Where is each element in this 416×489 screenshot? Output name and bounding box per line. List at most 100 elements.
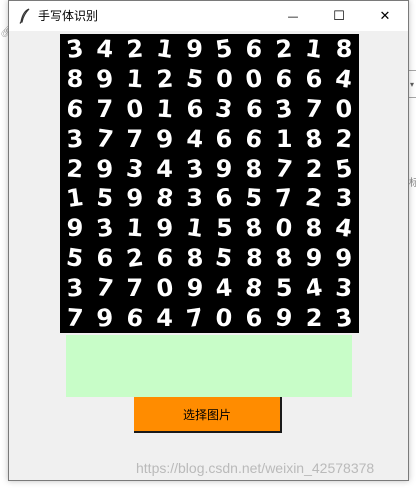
choose-image-label: 选择图片 [182, 407, 231, 422]
digit-cell: 2 [274, 34, 294, 64]
digit-cell: 7 [94, 273, 116, 304]
digit-cell: 3 [333, 303, 355, 334]
digit-cell: 4 [215, 273, 234, 303]
digit-cell: 7 [94, 123, 116, 154]
digit-cell: 3 [214, 93, 235, 124]
digit-cell: 5 [333, 153, 355, 184]
digit-cell: 9 [334, 243, 354, 273]
digit-cell: 6 [96, 244, 114, 273]
digit-cell: 8 [245, 244, 263, 273]
digit-cell: 6 [124, 303, 145, 334]
digit-cell: 3 [186, 184, 203, 213]
digit-cell: 5 [245, 183, 264, 213]
maximize-button[interactable]: ☐ [316, 1, 362, 31]
digit-cell: 2 [303, 183, 325, 214]
background-edge-text: 标 [409, 178, 416, 189]
digit-cell: 4 [185, 124, 204, 154]
minimize-button[interactable]: — [270, 1, 316, 31]
digit-cell: 7 [126, 274, 144, 303]
digit-cell: 6 [244, 123, 265, 154]
digit-cell: 2 [155, 64, 174, 94]
digit-cell: 7 [65, 303, 85, 333]
digit-cell: 5 [95, 183, 115, 213]
maximize-icon: ☐ [333, 8, 345, 24]
digit-cell: 6 [185, 94, 204, 124]
digit-cell: 7 [184, 303, 205, 334]
digit-cell: 1 [155, 94, 174, 124]
digit-cell: 6 [245, 34, 264, 64]
digit-cell: 8 [304, 213, 324, 243]
digit-cell: 3 [94, 213, 116, 244]
digit-cell: 3 [274, 93, 295, 124]
digit-cell: 8 [185, 243, 204, 273]
digit-cell: 2 [124, 243, 145, 274]
choose-image-button[interactable]: 选择图片 [134, 397, 282, 433]
digit-cell: 4 [95, 34, 115, 64]
digit-cell: 6 [245, 303, 264, 333]
digit-cell: 0 [334, 94, 354, 124]
digit-cell: 1 [125, 64, 145, 94]
digit-cell: 9 [186, 34, 203, 63]
digit-cell: 1 [303, 33, 325, 64]
digit-cell: 8 [244, 213, 265, 244]
digit-cell: 7 [274, 153, 295, 184]
digit-cell: 1 [275, 124, 293, 153]
digit-cell: 6 [245, 94, 263, 123]
digit-cell: 5 [214, 33, 235, 64]
digit-cell: 4 [333, 63, 355, 94]
digit-cell: 0 [154, 273, 175, 304]
digit-cell: 3 [184, 153, 205, 184]
title-bar[interactable]: 手写体识别 — ☐ ✕ [9, 1, 408, 31]
digit-cell: 0 [244, 63, 265, 94]
watermark: https://blog.csdn.net/weixin_42578378 [136, 460, 375, 476]
digit-cell: 2 [305, 154, 323, 183]
background-link-icon: 🔗︎ [0, 25, 14, 38]
digit-cell: 9 [66, 214, 84, 243]
digit-cell: 4 [156, 304, 173, 333]
digit-cell: 0 [216, 64, 233, 93]
digit-cell: 6 [274, 64, 294, 94]
digit-cell: 2 [125, 34, 145, 64]
app-window: 手写体识别 — ☐ ✕ 3421956218891250066467016363… [8, 0, 409, 481]
digit-cell: 0 [274, 213, 294, 243]
digit-cell: 8 [335, 34, 353, 63]
digit-cell: 1 [125, 213, 145, 243]
digit-cell: 9 [95, 303, 115, 333]
digit-cell: 0 [124, 93, 145, 124]
digit-cell: 6 [215, 124, 234, 154]
digit-cell: 4 [303, 273, 325, 304]
digit-cell: 5 [214, 243, 235, 274]
digit-cell: 9 [125, 183, 145, 213]
digit-cell: 8 [66, 64, 84, 93]
digit-cell: 5 [64, 243, 86, 274]
digit-cell: 6 [304, 64, 324, 94]
close-button[interactable]: ✕ [362, 1, 408, 31]
digit-cell: 3 [65, 273, 85, 303]
digit-cell: 4 [333, 213, 355, 244]
digit-cell: 7 [274, 183, 294, 213]
digit-cell: 9 [304, 243, 324, 273]
digit-cell: 5 [184, 63, 205, 94]
digit-cell: 9 [155, 213, 174, 243]
digit-cell: 7 [304, 94, 324, 124]
digit-cell: 2 [334, 124, 354, 154]
digit-cell: 8 [154, 183, 175, 214]
digit-cell: 6 [64, 93, 86, 124]
digit-cell: 1 [184, 213, 205, 244]
digit-cell: 7 [96, 94, 114, 123]
digit-cell: 0 [215, 303, 234, 333]
digit-cell: 5 [216, 214, 233, 243]
digit-cell: 6 [214, 183, 235, 214]
digit-cell: 6 [155, 243, 174, 273]
digit-cell: 3 [334, 273, 354, 303]
digit-cell: 3 [65, 124, 85, 154]
digit-image-panel: 3421956218891250066467016363703779466182… [60, 34, 359, 333]
background-dropdown[interactable]: ▾ [408, 70, 416, 98]
digit-cell: 9 [274, 303, 295, 334]
digit-cell: 9 [215, 153, 234, 184]
feather-icon [19, 8, 30, 24]
digit-cell: 9 [94, 63, 116, 94]
digit-grid: 3421956218891250066467016363703779466182… [60, 34, 359, 333]
digit-cell: 8 [244, 273, 265, 304]
minimize-icon: — [287, 9, 299, 23]
